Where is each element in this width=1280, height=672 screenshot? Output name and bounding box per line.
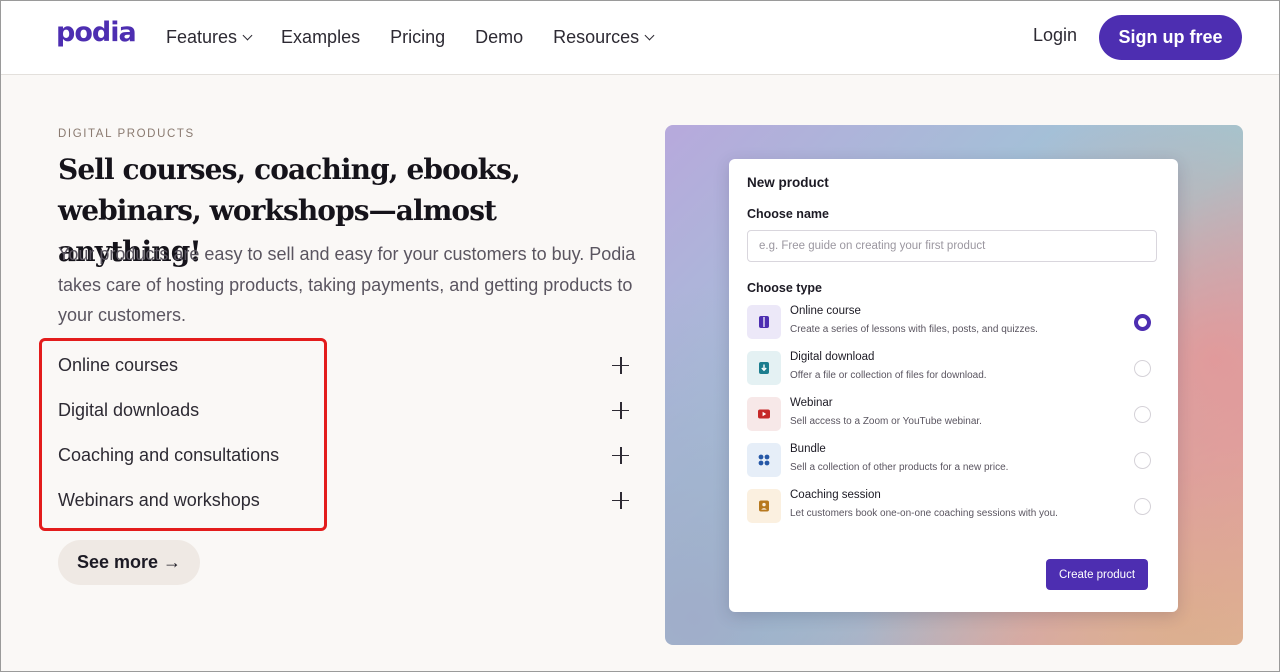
plus-icon[interactable] <box>612 491 629 509</box>
login-link[interactable]: Login <box>1033 25 1077 46</box>
red-highlight-box <box>39 338 327 531</box>
radio-unselected[interactable] <box>1134 406 1151 423</box>
nav-resources[interactable]: Resources <box>553 25 655 49</box>
chevron-down-icon <box>242 30 253 40</box>
main-nav: Features Examples Pricing Demo Resources <box>166 25 683 49</box>
type-option-coaching-session[interactable]: Coaching session Let customers book one-… <box>747 489 1151 529</box>
bundle-icon <box>747 443 781 477</box>
download-icon <box>747 351 781 385</box>
nav-pricing-label: Pricing <box>390 26 446 47</box>
type-name: Bundle <box>790 443 826 455</box>
signup-button[interactable]: Sign up free <box>1099 15 1242 60</box>
lead-paragraph: Your products are easy to sell and easy … <box>58 244 636 325</box>
type-description: Create a series of lessons with files, p… <box>790 324 1038 335</box>
nav-features-label: Features <box>166 26 238 47</box>
radio-selected[interactable] <box>1134 314 1151 331</box>
type-option-bundle[interactable]: Bundle Sell a collection of other produc… <box>747 443 1151 483</box>
type-name: Webinar <box>790 397 833 409</box>
type-option-online-course[interactable]: Online course Create a series of lessons… <box>747 305 1151 345</box>
type-option-digital-download[interactable]: Digital download Offer a file or collect… <box>747 351 1151 391</box>
plus-icon[interactable] <box>612 446 629 464</box>
chevron-down-icon <box>644 30 655 40</box>
nav-resources-label: Resources <box>553 26 640 47</box>
create-product-button[interactable]: Create product <box>1046 559 1148 590</box>
type-description: Sell access to a Zoom or YouTube webinar… <box>790 416 982 427</box>
play-icon <box>747 397 781 431</box>
type-name: Online course <box>790 305 861 317</box>
plus-icon[interactable] <box>612 356 629 374</box>
course-icon <box>747 305 781 339</box>
card-title: New product <box>747 175 829 190</box>
nav-pricing[interactable]: Pricing <box>390 25 445 49</box>
type-description: Let customers book one-on-one coaching s… <box>790 508 1058 519</box>
podia-logo[interactable]: podia <box>56 17 137 48</box>
section-eyebrow: DIGITAL PRODUCTS <box>58 128 195 140</box>
radio-unselected[interactable] <box>1134 498 1151 515</box>
radio-unselected[interactable] <box>1134 452 1151 469</box>
plus-icon[interactable] <box>612 401 629 419</box>
type-option-webinar[interactable]: Webinar Sell access to a Zoom or YouTube… <box>747 397 1151 437</box>
type-description: Sell a collection of other products for … <box>790 462 1009 473</box>
type-name: Coaching session <box>790 489 881 501</box>
nav-examples-label: Examples <box>281 26 361 47</box>
site-header: podia Features Examples Pricing Demo Res… <box>1 1 1279 75</box>
nav-examples[interactable]: Examples <box>281 25 360 49</box>
radio-unselected[interactable] <box>1134 360 1151 377</box>
choose-name-label: Choose name <box>747 207 829 221</box>
type-name: Digital download <box>790 351 875 363</box>
type-description: Offer a file or collection of files for … <box>790 370 987 381</box>
choose-type-label: Choose type <box>747 281 823 295</box>
see-more-button[interactable]: See more → <box>58 540 200 585</box>
new-product-card: New product Choose name e.g. Free guide … <box>729 159 1178 612</box>
nav-features[interactable]: Features <box>166 25 253 49</box>
nav-demo-label: Demo <box>475 26 524 47</box>
person-icon <box>747 489 781 523</box>
nav-demo[interactable]: Demo <box>475 25 523 49</box>
product-name-input[interactable]: e.g. Free guide on creating your first p… <box>747 230 1157 262</box>
